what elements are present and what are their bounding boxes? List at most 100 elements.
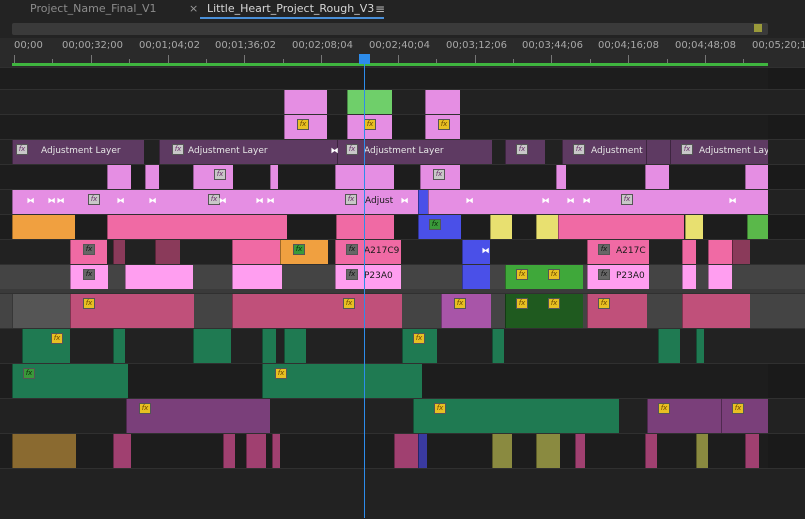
transition-icon[interactable]: ⧓ (266, 196, 275, 205)
adjustment-layer-clip[interactable]: fx Adjustment Layer (337, 140, 492, 164)
audio-clip[interactable] (645, 434, 657, 468)
video-clip[interactable]: fx (587, 294, 647, 328)
video-clip[interactable] (12, 215, 75, 239)
video-clip[interactable] (193, 329, 231, 363)
video-clip[interactable] (425, 90, 460, 114)
video-clip[interactable] (347, 90, 392, 114)
video-clip[interactable]: fx (262, 364, 422, 398)
video-clip[interactable] (270, 165, 278, 189)
video-clip[interactable]: fx P23A0 (335, 265, 401, 289)
video-clip-strip[interactable]: fx fx fx Adjust (12, 190, 418, 214)
video-clip[interactable]: fx (402, 329, 437, 363)
video-clip[interactable] (708, 240, 732, 264)
video-clip[interactable] (262, 329, 276, 363)
sequence-end-marker[interactable] (754, 24, 762, 32)
video-clip-strip[interactable]: fx (70, 294, 194, 328)
video-clip[interactable]: fx (12, 364, 128, 398)
video-clip[interactable]: fx (420, 165, 460, 189)
playhead-line[interactable] (364, 64, 365, 518)
audio-clip[interactable]: fx (647, 399, 721, 433)
video-clip[interactable] (113, 240, 125, 264)
video-clip[interactable] (113, 329, 125, 363)
video-clip-strip[interactable]: fx (428, 190, 768, 214)
video-clip[interactable]: fx (70, 265, 108, 289)
audio-clip[interactable] (745, 434, 759, 468)
audio-clip[interactable] (12, 434, 76, 468)
video-clip[interactable]: fx (418, 215, 461, 239)
video-clip[interactable]: fx (280, 240, 328, 264)
adjustment-layer-clip[interactable]: fx Adjustment Layer (159, 140, 337, 164)
video-clip[interactable] (682, 265, 696, 289)
video-clip[interactable] (284, 329, 306, 363)
adjustment-layer-clip[interactable]: fx Adjustment Layer (12, 140, 144, 164)
work-area-bar[interactable] (12, 63, 768, 66)
adjustment-layer-clip[interactable]: fx Adjustment (562, 140, 646, 164)
video-clip[interactable]: fx (193, 165, 233, 189)
audio-clip[interactable] (696, 434, 708, 468)
video-clip[interactable] (658, 329, 680, 363)
video-clip[interactable] (125, 265, 193, 289)
video-clip[interactable] (336, 215, 394, 239)
audio-clip[interactable] (536, 434, 560, 468)
audio-clip[interactable] (113, 434, 131, 468)
video-clip[interactable] (12, 294, 70, 328)
video-clip[interactable] (462, 265, 490, 289)
transition-icon[interactable]: ⧓ (582, 196, 591, 205)
video-clip[interactable] (492, 329, 504, 363)
audio-clip[interactable] (394, 434, 418, 468)
video-clip[interactable] (682, 240, 696, 264)
video-clip[interactable] (645, 165, 669, 189)
audio-clip[interactable] (418, 434, 427, 468)
transition-icon[interactable]: ⧓ (218, 196, 227, 205)
video-clip[interactable] (732, 240, 750, 264)
video-clip[interactable] (418, 190, 428, 214)
transition-icon[interactable]: ⧓ (728, 196, 737, 205)
audio-clip[interactable] (492, 434, 512, 468)
video-clip[interactable]: fx fx (505, 294, 583, 328)
video-clip[interactable] (696, 329, 704, 363)
video-clip[interactable]: fx (22, 329, 70, 363)
video-clip[interactable] (536, 215, 558, 239)
video-clip[interactable] (708, 265, 732, 289)
transition-icon[interactable]: ⧓ (400, 196, 409, 205)
adjustment-layer-clip[interactable]: fx (505, 140, 545, 164)
video-clip[interactable] (107, 165, 131, 189)
video-clip[interactable] (155, 240, 180, 264)
video-clip[interactable]: fx (425, 115, 460, 139)
video-clip[interactable] (556, 165, 566, 189)
video-clip[interactable]: fx A217C (587, 240, 649, 264)
adjustment-layer-clip[interactable]: fx Adjustment Lay (670, 140, 768, 164)
video-clip[interactable]: fx (441, 294, 491, 328)
video-clip[interactable]: fx P23A0 (587, 265, 649, 289)
transition-icon[interactable]: ⧓ (148, 196, 157, 205)
video-clip[interactable] (747, 215, 768, 239)
adjustment-layer-clip[interactable] (646, 140, 670, 164)
timeline-zoom-scrollbar[interactable] (12, 23, 768, 35)
transition-icon[interactable]: ⧓ (481, 246, 490, 255)
transition-icon[interactable]: ⧓ (255, 196, 264, 205)
audio-clip[interactable]: fx (413, 399, 619, 433)
transition-icon[interactable]: ⧓ (330, 146, 339, 155)
transition-icon[interactable]: ⧓ (566, 196, 575, 205)
tab-project-name-final[interactable]: Project_Name_Final_V1 (30, 0, 156, 20)
close-tab-icon[interactable]: × (189, 0, 198, 20)
video-clip[interactable]: fx A217C9 (335, 240, 401, 264)
transition-icon[interactable]: ⧓ (47, 196, 56, 205)
audio-clip[interactable] (272, 434, 280, 468)
transition-icon[interactable]: ⧓ (116, 196, 125, 205)
audio-clip[interactable]: fx (126, 399, 270, 433)
video-clip-strip[interactable] (558, 215, 684, 239)
video-clip[interactable] (145, 165, 159, 189)
video-clip-strip[interactable]: fx (232, 294, 402, 328)
video-clip[interactable] (682, 294, 750, 328)
video-clip[interactable] (284, 90, 327, 114)
video-clip[interactable] (232, 265, 282, 289)
time-ruler[interactable]: 00;00 00;00;32;00 00;01;04;02 00;01;36;0… (0, 20, 805, 67)
transition-icon[interactable]: ⧓ (26, 196, 35, 205)
transition-icon[interactable]: ⧓ (56, 196, 65, 205)
video-clip[interactable] (232, 240, 280, 264)
video-clip-strip[interactable] (107, 215, 287, 239)
audio-clip[interactable]: fx (721, 399, 768, 433)
video-clip[interactable]: fx (347, 115, 392, 139)
video-clip[interactable] (490, 215, 512, 239)
